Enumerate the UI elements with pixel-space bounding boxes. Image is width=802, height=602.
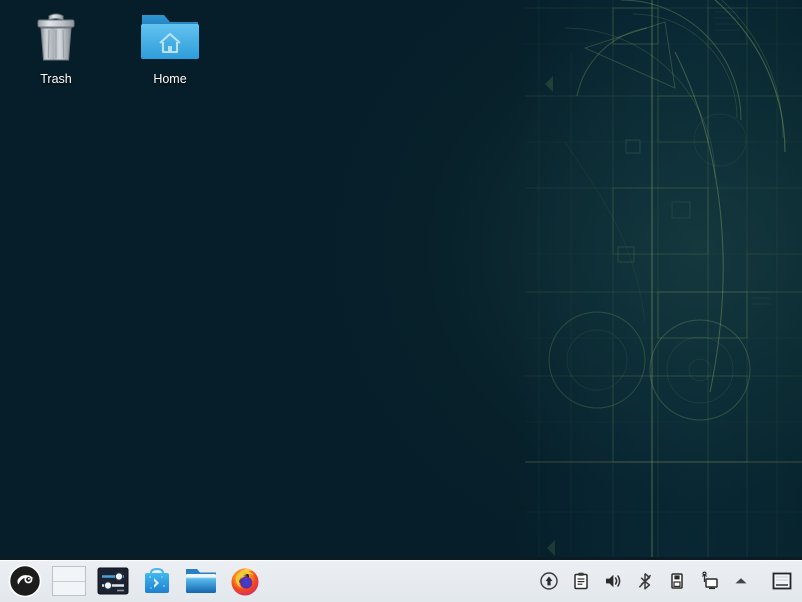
application-launcher-button[interactable] <box>3 561 47 601</box>
system-tray <box>534 560 802 602</box>
firefox-launcher-button[interactable] <box>223 561 267 601</box>
trash-can-icon <box>10 6 102 68</box>
settings-launcher-button[interactable] <box>91 561 135 601</box>
show-desktop-button[interactable] <box>768 561 796 601</box>
blueprint-artwork <box>525 0 802 602</box>
desktop-icon-trash[interactable]: Trash <box>10 6 102 87</box>
software-store-launcher-button[interactable] <box>135 561 179 601</box>
bluetooth-disabled-icon[interactable] <box>630 562 660 600</box>
chevron-up-icon[interactable] <box>726 562 756 600</box>
speaker-volume-icon[interactable] <box>598 562 628 600</box>
pager-widget[interactable] <box>47 561 91 601</box>
removable-device-icon[interactable] <box>662 562 692 600</box>
file-manager-launcher-button[interactable] <box>179 561 223 601</box>
home-folder-icon <box>124 6 216 68</box>
clipboard-icon[interactable] <box>566 562 596 600</box>
desktop-icon-home[interactable]: Home <box>124 6 216 87</box>
desktop[interactable]: Trash Home <box>0 0 802 602</box>
panel-launcher-group <box>0 560 267 602</box>
taskbar-panel[interactable] <box>0 557 802 602</box>
desktop-wallpaper <box>0 0 802 602</box>
desktop-icon-label: Trash <box>40 72 72 86</box>
network-display-icon[interactable] <box>694 562 724 600</box>
desktop-icon-label: Home <box>153 72 187 86</box>
pager-icon <box>52 566 86 596</box>
update-arrow-up-icon[interactable] <box>534 562 564 600</box>
